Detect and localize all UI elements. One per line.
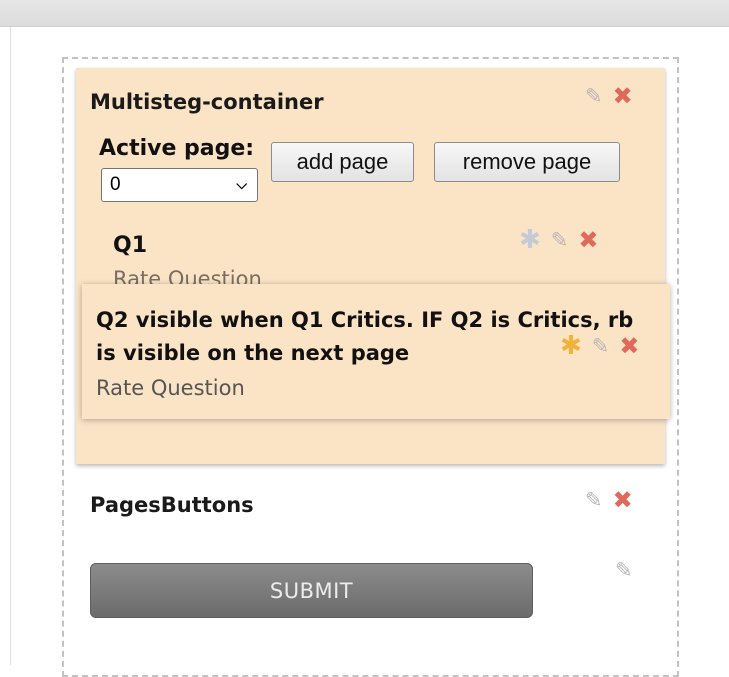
pencil-icon[interactable]: ✎ [551,229,569,251]
pages-buttons-controls: ✎ ✖ [585,488,633,512]
close-icon[interactable]: ✖ [613,84,633,108]
pencil-icon[interactable]: ✎ [615,560,633,581]
close-icon[interactable]: ✖ [613,488,633,512]
close-icon[interactable]: ✖ [619,334,639,358]
container-controls: ✎ ✖ [585,84,633,108]
pencil-icon[interactable]: ✎ [592,335,610,357]
question-type: Rate Question [96,376,245,400]
star-icon[interactable]: ✱ [519,227,541,253]
active-page-select[interactable]: 0 ⌵ [101,168,258,202]
question-title: Q1 [113,233,148,258]
question-controls: ✱ ✎ ✖ [519,227,599,253]
submit-button[interactable]: SUBMIT [90,563,533,618]
active-page-label: Active page: [99,136,255,161]
question-type: Rate Question [113,267,262,285]
top-bar [0,0,729,27]
add-page-button[interactable]: add page [271,142,414,182]
question-controls: ✱ ✎ ✖ [560,333,640,359]
submit-controls: ✎ [615,560,633,581]
chevron-down-icon: ⌵ [236,176,247,192]
container-title: Multisteg-container [90,90,324,114]
remove-page-button[interactable]: remove page [434,142,620,182]
close-icon[interactable]: ✖ [578,228,598,252]
pencil-icon[interactable]: ✎ [585,489,603,511]
active-page-value: 0 [110,174,121,195]
pages-buttons-title: PagesButtons [90,493,254,517]
pencil-icon[interactable]: ✎ [585,85,603,107]
star-icon[interactable]: ✱ [560,333,582,359]
left-divider [10,27,11,665]
